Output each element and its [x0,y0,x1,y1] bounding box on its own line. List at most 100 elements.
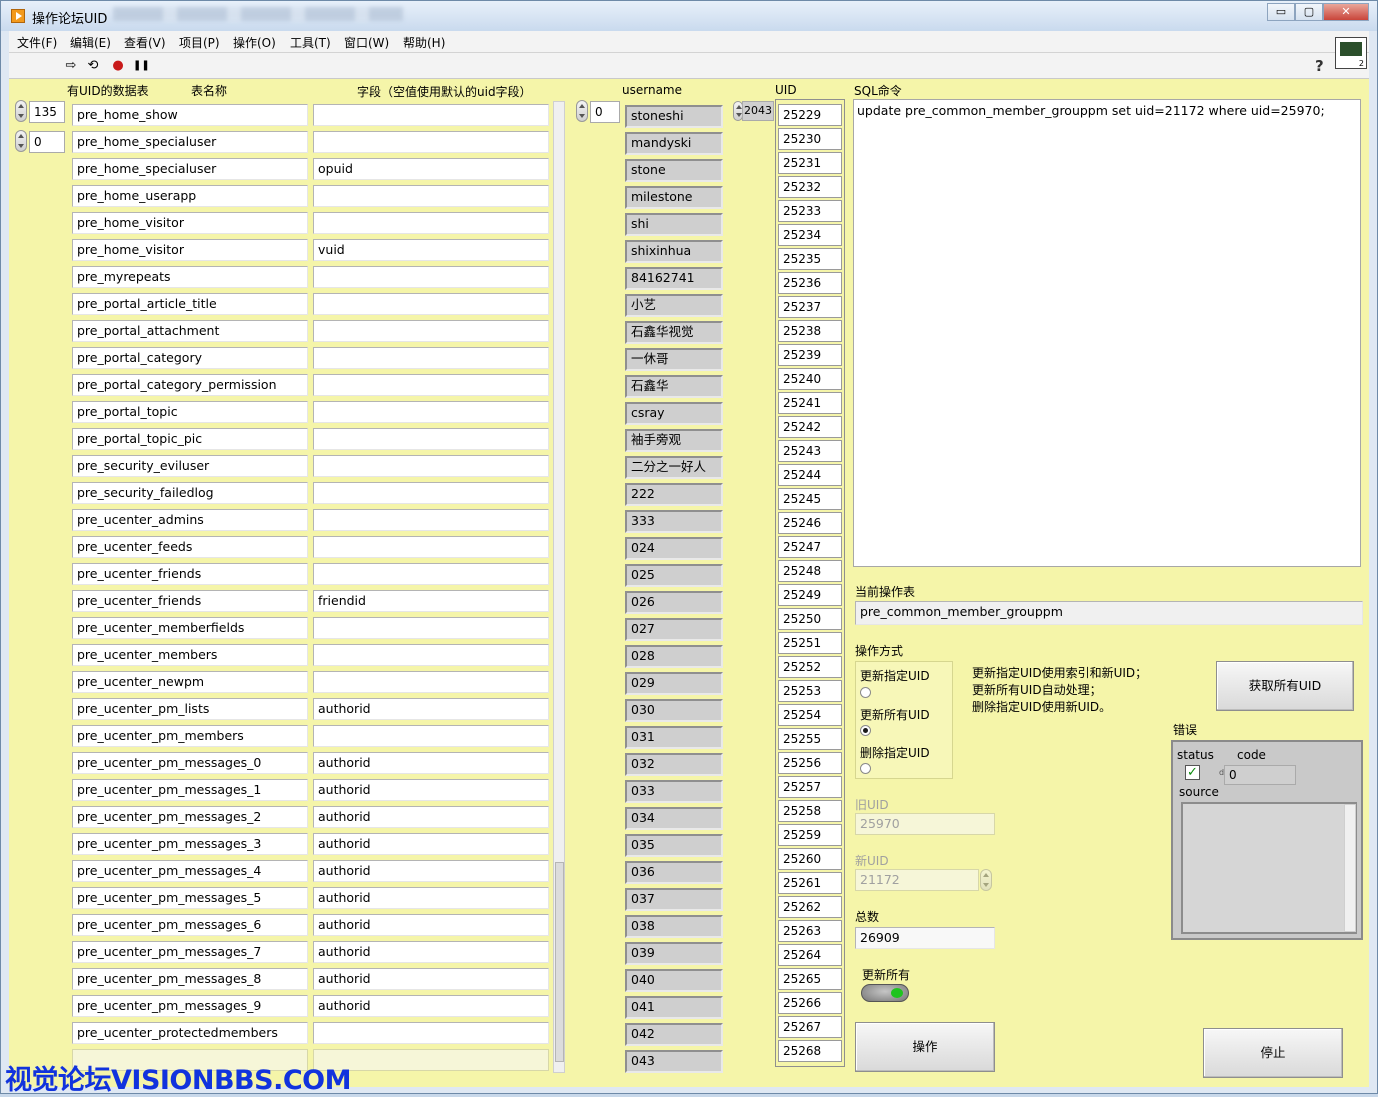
table-field-cell[interactable] [313,320,549,342]
table-field-cell[interactable] [313,293,549,315]
radio-update-all[interactable] [860,725,871,736]
table-name-cell[interactable]: pre_ucenter_pm_messages_4 [72,860,308,882]
operate-button[interactable]: 操作 [855,1022,995,1072]
close-button[interactable]: ✕ [1323,3,1369,21]
table-field-cell[interactable]: authorid [313,968,549,990]
table-field-cell[interactable] [313,455,549,477]
table-field-cell[interactable] [313,266,549,288]
table-field-cell[interactable]: authorid [313,860,549,882]
table-field-cell[interactable]: authorid [313,752,549,774]
table-field-cell[interactable] [313,563,549,585]
table-name-cell[interactable]: pre_ucenter_pm_messages_9 [72,995,308,1017]
table-field-cell[interactable] [313,725,549,747]
table-name-cell[interactable]: pre_ucenter_memberfields [72,617,308,639]
table-name-cell[interactable]: pre_ucenter_pm_lists [72,698,308,720]
table-field-cell[interactable]: authorid [313,887,549,909]
table-name-cell[interactable]: pre_ucenter_members [72,644,308,666]
table-name-cell[interactable]: pre_ucenter_protectedmembers [72,1022,308,1044]
abort-icon[interactable]: ● [110,58,126,74]
new-uid-spinner[interactable] [980,869,992,891]
table-name-cell[interactable]: pre_portal_topic [72,401,308,423]
radio-update-specified[interactable] [860,687,871,698]
run-continuously-icon[interactable]: ⟲ [85,58,101,74]
table-field-cell[interactable] [313,131,549,153]
table-field-cell[interactable] [313,347,549,369]
table-name-cell[interactable]: pre_ucenter_pm_messages_2 [72,806,308,828]
table-name-cell[interactable]: pre_portal_topic_pic [72,428,308,450]
table-field-cell[interactable]: friendid [313,590,549,612]
row-index-spinner[interactable] [15,100,27,122]
table-field-cell[interactable] [313,536,549,558]
table-name-cell[interactable]: pre_security_failedlog [72,482,308,504]
table-field-cell[interactable]: opuid [313,158,549,180]
table-field-cell[interactable] [313,212,549,234]
menu-edit[interactable]: 编辑(E) [70,34,111,51]
table-field-cell[interactable]: authorid [313,995,549,1017]
col-index-input[interactable]: 0 [29,131,65,153]
table-name-cell[interactable]: pre_home_specialuser [72,131,308,153]
table-name-cell[interactable]: pre_ucenter_pm_messages_6 [72,914,308,936]
context-help-icon[interactable]: ? [1315,57,1324,75]
table-field-cell[interactable] [313,509,549,531]
table-field-cell[interactable] [313,374,549,396]
table-field-cell[interactable] [313,617,549,639]
username-index-spinner[interactable] [576,100,588,122]
menu-help[interactable]: 帮助(H) [403,34,445,51]
table-name-cell[interactable]: pre_ucenter_pm_messages_1 [72,779,308,801]
table-name-cell[interactable]: pre_myrepeats [72,266,308,288]
table-name-cell[interactable]: pre_ucenter_friends [72,590,308,612]
table-field-cell[interactable] [313,185,549,207]
menu-window[interactable]: 窗口(W) [344,34,389,51]
tables-scrollbar[interactable] [553,101,565,1073]
menu-view[interactable]: 查看(V) [124,34,166,51]
menu-operate[interactable]: 操作(O) [233,34,276,51]
table-name-cell[interactable]: pre_ucenter_pm_members [72,725,308,747]
table-field-cell[interactable]: authorid [313,806,549,828]
table-name-cell[interactable]: pre_ucenter_pm_messages_7 [72,941,308,963]
table-field-cell[interactable] [313,644,549,666]
table-name-cell[interactable]: pre_ucenter_pm_messages_3 [72,833,308,855]
pause-icon[interactable]: ❚❚ [133,58,150,74]
username-index-input[interactable]: 0 [590,101,620,123]
table-field-cell[interactable] [313,104,549,126]
table-name-cell[interactable]: pre_ucenter_admins [72,509,308,531]
table-field-cell[interactable]: authorid [313,698,549,720]
table-field-cell[interactable]: authorid [313,833,549,855]
sql-command-box[interactable]: update pre_common_member_grouppm set uid… [853,99,1361,567]
table-name-cell[interactable]: pre_ucenter_pm_messages_5 [72,887,308,909]
table-field-cell[interactable]: authorid [313,914,549,936]
table-name-cell[interactable]: pre_ucenter_pm_messages_8 [72,968,308,990]
menu-tools[interactable]: 工具(T) [290,34,331,51]
table-name-cell[interactable]: pre_portal_category_permission [72,374,308,396]
uid-index-input[interactable]: 2043 [742,101,774,121]
run-icon[interactable]: ⇨ [63,58,79,74]
stop-button[interactable]: 停止 [1203,1028,1343,1078]
table-field-cell[interactable]: vuid [313,239,549,261]
new-uid-input[interactable]: 21172 [855,869,979,891]
table-name-cell[interactable]: pre_ucenter_feeds [72,536,308,558]
menu-project[interactable]: 项目(P) [179,34,220,51]
radio-delete-specified[interactable] [860,763,871,774]
error-source-scrollbar[interactable] [1344,804,1356,932]
row-index-input[interactable]: 135 [29,101,65,123]
table-name-cell[interactable]: pre_home_visitor [72,239,308,261]
table-name-cell[interactable]: pre_home_specialuser [72,158,308,180]
table-field-cell[interactable] [313,428,549,450]
table-name-cell[interactable]: pre_portal_category [72,347,308,369]
tables-scroll-thumb[interactable] [555,862,564,1062]
table-name-cell[interactable]: pre_ucenter_newpm [72,671,308,693]
table-field-cell[interactable] [313,401,549,423]
get-all-uid-button[interactable]: 获取所有UID [1216,661,1354,711]
table-name-cell[interactable]: pre_security_eviluser [72,455,308,477]
table-name-cell[interactable]: pre_portal_article_title [72,293,308,315]
table-field-cell[interactable] [313,482,549,504]
table-name-cell[interactable]: pre_portal_attachment [72,320,308,342]
table-name-cell[interactable]: pre_home_visitor [72,212,308,234]
update-all-toggle[interactable] [861,984,909,1002]
table-field-cell[interactable]: authorid [313,779,549,801]
table-field-cell[interactable]: authorid [313,941,549,963]
old-uid-input[interactable]: 25970 [855,813,995,835]
table-field-cell[interactable] [313,671,549,693]
table-name-cell[interactable]: pre_ucenter_pm_messages_0 [72,752,308,774]
menu-file[interactable]: 文件(F) [17,34,57,51]
